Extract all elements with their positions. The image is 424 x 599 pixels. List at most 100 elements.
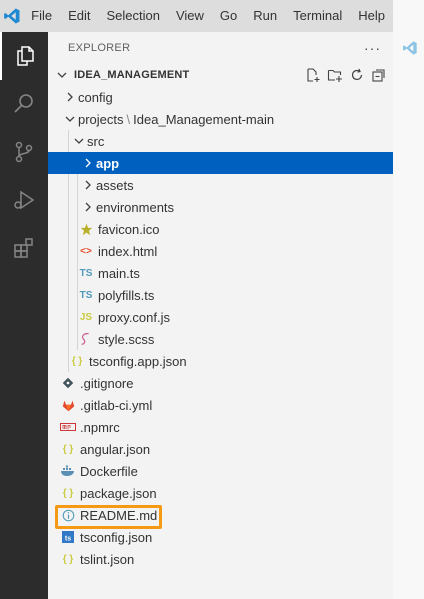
chevron-right-icon	[80, 152, 96, 174]
indent-guide	[77, 328, 78, 350]
tree-item-label: tsconfig.json	[80, 529, 153, 545]
tree-item-polyfills-ts[interactable]: TS polyfills.ts	[48, 284, 393, 306]
tree-item-gitlab-ci[interactable]: .gitlab-ci.yml	[48, 394, 393, 416]
menu-go[interactable]: Go	[212, 0, 245, 32]
tree-item-config[interactable]: config	[48, 86, 393, 108]
explorer-title: EXPLORER	[68, 42, 131, 54]
typescript-file-icon: TS	[79, 289, 93, 301]
tree-item-label: package.json	[80, 485, 157, 501]
vscode-logo-icon	[0, 0, 23, 32]
explorer-icon[interactable]	[0, 32, 48, 80]
tree-item-label: tslint.json	[80, 551, 135, 567]
new-file-icon[interactable]	[305, 66, 321, 84]
indent-guide	[77, 196, 78, 218]
title-bar: File Edit Selection View Go Run Terminal…	[0, 0, 393, 32]
tree-item-label: .npmrc	[80, 419, 120, 435]
tree-item-label: favicon.ico	[98, 221, 160, 237]
typescript-file-icon: TS	[79, 267, 93, 279]
tree-item-label: environments	[96, 199, 175, 215]
tree-item-assets[interactable]: assets	[48, 174, 393, 196]
file-tree: config projects \ Idea_Management-main s…	[48, 86, 393, 570]
tree-item-proxy-conf-js[interactable]: JS proxy.conf.js	[48, 306, 393, 328]
info-icon	[60, 504, 76, 526]
refresh-icon[interactable]	[349, 66, 365, 84]
indent-guide	[68, 240, 69, 262]
tree-item-label: tsconfig.app.json	[89, 353, 187, 369]
indent-guide	[68, 130, 69, 152]
indent-guide	[77, 218, 78, 240]
extensions-icon[interactable]	[0, 224, 48, 272]
menu-edit[interactable]: Edit	[60, 0, 98, 32]
tree-item-src[interactable]: src	[48, 130, 393, 152]
json-file-icon: { }	[62, 553, 74, 565]
tree-item-style-scss[interactable]: style.scss	[48, 328, 393, 350]
tree-item-tsconfig-app-json[interactable]: { } tsconfig.app.json	[48, 350, 393, 372]
indent-guide	[68, 328, 69, 350]
tree-item-package-json[interactable]: { } package.json	[48, 482, 393, 504]
editor-backdrop	[393, 0, 424, 599]
menu-help[interactable]: Help	[350, 0, 393, 32]
menu-terminal[interactable]: Terminal	[285, 0, 350, 32]
tree-item-label: assets	[96, 177, 134, 193]
menu-file[interactable]: File	[23, 0, 60, 32]
chevron-right-icon	[62, 86, 78, 108]
indent-guide	[77, 240, 78, 262]
tree-item-index-html[interactable]: <> index.html	[48, 240, 393, 262]
collapse-all-icon[interactable]	[371, 66, 387, 84]
tree-item-label: angular.json	[80, 441, 151, 457]
gitlab-icon	[60, 394, 76, 416]
tree-item-tsconfig-json[interactable]: ts tsconfig.json	[48, 526, 393, 548]
tree-item-main-ts[interactable]: TS main.ts	[48, 262, 393, 284]
tree-item-favicon[interactable]: favicon.ico	[48, 218, 393, 240]
indent-guide	[68, 218, 69, 240]
tree-item-label: Dockerfile	[80, 463, 138, 479]
tree-item-dockerfile[interactable]: Dockerfile	[48, 460, 393, 482]
javascript-file-icon: JS	[79, 311, 93, 323]
html-file-icon: <>	[80, 245, 92, 257]
npm-file-icon	[60, 416, 76, 438]
tree-item-projects[interactable]: projects \ Idea_Management-main	[48, 108, 393, 130]
new-folder-icon[interactable]	[327, 66, 343, 84]
tree-item-tslint-json[interactable]: { } tslint.json	[48, 548, 393, 570]
indent-guide	[77, 262, 78, 284]
menu-run[interactable]: Run	[245, 0, 285, 32]
menu-selection[interactable]: Selection	[98, 0, 167, 32]
run-debug-icon[interactable]	[0, 176, 48, 224]
indent-guide	[77, 306, 78, 328]
tree-item-app[interactable]: app	[48, 152, 393, 174]
tree-item-npmrc[interactable]: .npmrc	[48, 416, 393, 438]
chevron-down-icon	[71, 130, 87, 152]
indent-guide	[68, 306, 69, 328]
indent-guide	[68, 196, 69, 218]
json-file-icon: { }	[62, 443, 74, 455]
search-icon[interactable]	[0, 80, 48, 128]
tree-item-readme[interactable]: README.md	[48, 504, 393, 526]
json-file-icon: { }	[71, 355, 83, 367]
explorer-sidebar: EXPLORER ··· IDEA_MANAGEMENT config proj…	[48, 32, 393, 599]
tree-item-gitignore[interactable]: .gitignore	[48, 372, 393, 394]
tree-item-label: style.scss	[98, 331, 155, 347]
indent-guide	[68, 350, 69, 372]
sass-file-icon	[78, 328, 94, 350]
star-icon	[78, 218, 94, 240]
chevron-down-icon	[57, 72, 67, 78]
chevron-down-icon	[62, 108, 78, 130]
menu-view[interactable]: View	[168, 0, 212, 32]
tree-item-angular-json[interactable]: { } angular.json	[48, 438, 393, 460]
indent-guide	[68, 262, 69, 284]
activity-bar	[0, 32, 48, 599]
tree-item-label: .gitignore	[80, 375, 134, 391]
tree-item-label: index.html	[98, 243, 158, 259]
vscode-watermark-icon	[402, 40, 418, 59]
tree-item-label: polyfills.ts	[98, 287, 155, 303]
chevron-right-icon	[80, 196, 96, 218]
tree-item-label: .gitlab-ci.yml	[80, 397, 153, 413]
tree-item-label: config	[78, 89, 113, 105]
workspace-name: IDEA_MANAGEMENT	[74, 69, 190, 81]
git-file-icon	[60, 372, 76, 394]
indent-guide	[68, 284, 69, 306]
more-actions-icon[interactable]: ···	[364, 40, 381, 56]
workspace-header[interactable]: IDEA_MANAGEMENT	[48, 64, 393, 86]
tree-item-environments[interactable]: environments	[48, 196, 393, 218]
source-control-icon[interactable]	[0, 128, 48, 176]
